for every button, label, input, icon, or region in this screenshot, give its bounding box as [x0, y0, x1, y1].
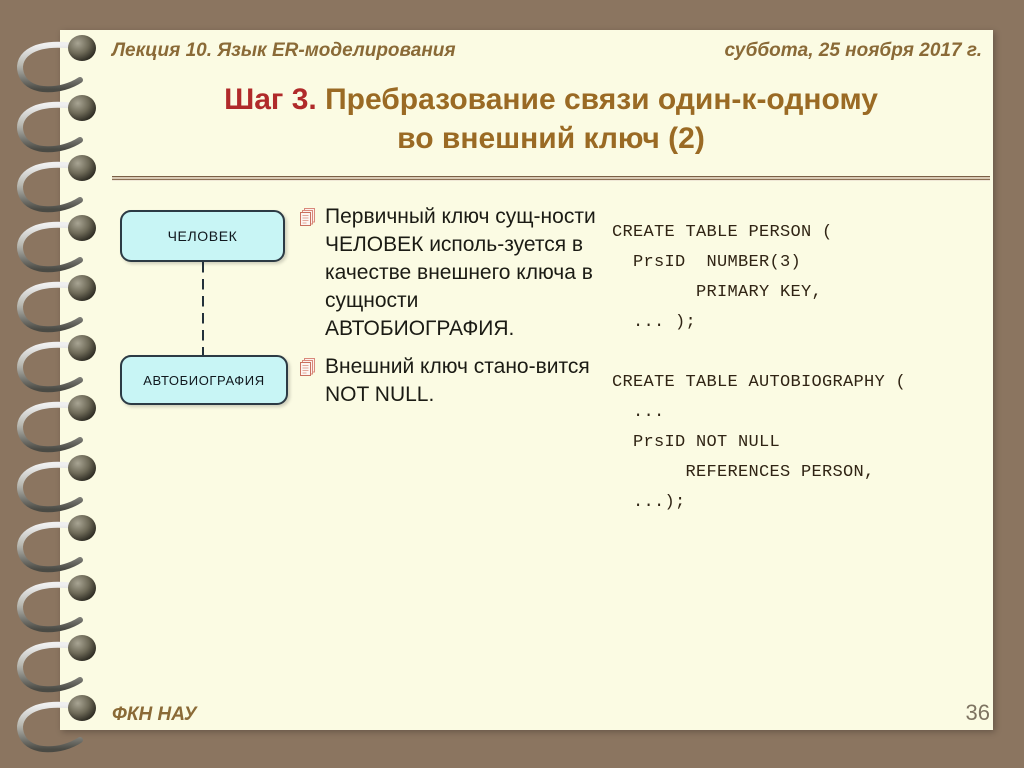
title-line-1: Шаг 3. Пребразование связи один-к-одному: [112, 80, 990, 119]
documents-icon: [300, 208, 315, 226]
list-item-text: Внешний ключ стано-вится NOT NULL.: [325, 355, 590, 406]
documents-icon: [300, 358, 315, 376]
sql-code-column: CREATE TABLE PERSON ( PrsID NUMBER(3) PR…: [612, 218, 992, 518]
er-diagram: ЧЕЛОВЕК АВТОБИОГРАФИЯ: [118, 200, 293, 410]
code-spacer: [612, 338, 992, 368]
list-item: Внешний ключ стано-вится NOT NULL.: [300, 353, 600, 409]
entity-box-person[interactable]: ЧЕЛОВЕК: [120, 210, 285, 262]
bullet-list: Первичный ключ сущ-ности ЧЕЛОВЕК исполь-…: [300, 203, 600, 419]
title-step-label: Шаг 3.: [224, 83, 317, 116]
slide-footer: ФКН НАУ 36: [112, 700, 990, 726]
slide-canvas: Лекция 10. Язык ER-моделирования суббота…: [0, 0, 1024, 768]
list-item: Первичный ключ сущ-ности ЧЕЛОВЕК исполь-…: [300, 203, 600, 343]
entity-box-autobiography[interactable]: АВТОБИОГРАФИЯ: [120, 355, 288, 405]
er-relationship-line: [202, 262, 204, 355]
title-line-2: во внешний ключ (2): [397, 122, 705, 155]
code-block-autobiography: CREATE TABLE AUTOBIOGRAPHY ( ... PrsID N…: [612, 373, 907, 512]
footer-organization: ФКН НАУ: [112, 704, 197, 725]
slide-header: Лекция 10. Язык ER-моделирования суббота…: [112, 40, 982, 70]
list-item-text: Первичный ключ сущ-ности ЧЕЛОВЕК исполь-…: [325, 205, 596, 340]
lecture-title: Лекция 10. Язык ER-моделирования: [112, 40, 456, 61]
page-title: Шаг 3. Пребразование связи один-к-одному…: [112, 80, 990, 158]
page-number: 36: [965, 700, 990, 725]
title-step-rest: Пребразование связи один-к-одному: [316, 83, 878, 116]
code-block-person: CREATE TABLE PERSON ( PrsID NUMBER(3) PR…: [612, 223, 833, 332]
slide-date: суббота, 25 ноября 2017 г.: [724, 40, 982, 61]
title-divider: [112, 176, 990, 181]
